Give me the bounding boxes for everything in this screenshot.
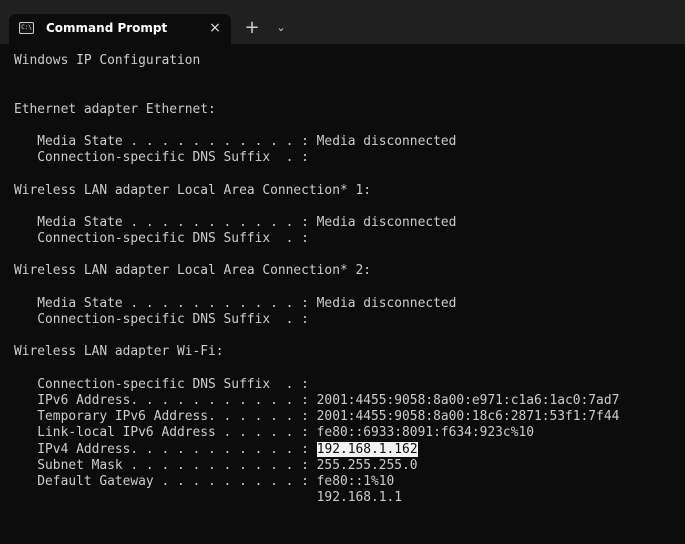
terminal-line-text: Wireless LAN adapter Local Area Connecti…	[14, 182, 371, 198]
terminal-line: Default Gateway . . . . . . . . . : fe80…	[14, 474, 619, 490]
terminal-line: Connection-specific DNS Suffix . :	[14, 312, 619, 328]
terminal-line-text: Link-local IPv6 Address . . . . . : fe80…	[14, 425, 534, 441]
terminal-line: IPv6 Address. . . . . . . . . . . : 2001…	[14, 393, 619, 409]
tab-title: Command Prompt	[46, 21, 168, 35]
terminal-line: Media State . . . . . . . . . . . : Medi…	[14, 215, 619, 231]
terminal-output[interactable]: Windows IP Configuration Ethernet adapter…	[14, 53, 619, 506]
terminal-line-text: Media State . . . . . . . . . . . : Medi…	[14, 295, 457, 311]
terminal-line: Windows IP Configuration	[14, 53, 619, 69]
terminal-line: IPv4 Address. . . . . . . . . . . : 192.…	[14, 441, 619, 458]
terminal-line: Connection-specific DNS Suffix . :	[14, 231, 619, 247]
terminal-line: Connection-specific DNS Suffix . :	[14, 150, 619, 166]
terminal-line: Wireless LAN adapter Local Area Connecti…	[14, 263, 619, 279]
terminal-line-text: Connection-specific DNS Suffix . :	[14, 231, 309, 247]
new-tab-button[interactable]: +	[239, 16, 265, 40]
terminal-line-text: Temporary IPv6 Address. . . . . . : 2001…	[14, 409, 620, 425]
terminal-line: Media State . . . . . . . . . . . : Medi…	[14, 134, 619, 150]
selected-ipv4-value[interactable]: 192.168.1.162	[316, 441, 418, 457]
terminal-window: C:\ Command Prompt × + ⌄ Windows IP Conf…	[0, 0, 685, 544]
terminal-line-text: IPv4 Address. . . . . . . . . . . :	[14, 441, 317, 457]
command-prompt-icon: C:\	[19, 22, 34, 34]
terminal-line: Temporary IPv6 Address. . . . . . : 2001…	[14, 409, 619, 425]
terminal-line-text: Media State . . . . . . . . . . . : Medi…	[14, 214, 457, 230]
terminal-line: Link-local IPv6 Address . . . . . : fe80…	[14, 425, 619, 441]
terminal-line-text: Windows IP Configuration	[14, 53, 201, 68]
tab-command-prompt[interactable]: C:\ Command Prompt ×	[9, 14, 231, 44]
terminal-line: Wireless LAN adapter Local Area Connecti…	[14, 183, 619, 199]
terminal-line-text: Connection-specific DNS Suffix . :	[14, 150, 309, 166]
terminal-line-text: Media State . . . . . . . . . . . : Medi…	[14, 133, 457, 149]
terminal-line-text: Ethernet adapter Ethernet:	[14, 101, 216, 117]
terminal-line-text: Subnet Mask . . . . . . . . . . . : 255.…	[14, 457, 418, 473]
close-icon[interactable]: ×	[205, 18, 225, 38]
terminal-line: Subnet Mask . . . . . . . . . . . : 255.…	[14, 458, 619, 474]
terminal-line: 192.168.1.1	[14, 490, 619, 506]
terminal-line-text: Connection-specific DNS Suffix . :	[14, 376, 309, 392]
terminal-line-text: 192.168.1.1	[14, 490, 403, 506]
terminal-line: Wireless LAN adapter Wi-Fi:	[14, 344, 619, 360]
terminal-line-text: Wireless LAN adapter Local Area Connecti…	[14, 263, 371, 279]
terminal-line: Connection-specific DNS Suffix . :	[14, 377, 619, 393]
terminal-line-text: Wireless LAN adapter Wi-Fi:	[14, 344, 224, 360]
terminal-line-text: Default Gateway . . . . . . . . . : fe80…	[14, 473, 395, 489]
chevron-down-icon[interactable]: ⌄	[270, 16, 292, 40]
title-bar: C:\ Command Prompt × + ⌄	[0, 0, 685, 44]
terminal-line: Media State . . . . . . . . . . . : Medi…	[14, 296, 619, 312]
terminal-line-text: Connection-specific DNS Suffix . :	[14, 312, 309, 327]
terminal-line: Ethernet adapter Ethernet:	[14, 102, 619, 118]
terminal-line-text: IPv6 Address. . . . . . . . . . . : 2001…	[14, 392, 620, 408]
